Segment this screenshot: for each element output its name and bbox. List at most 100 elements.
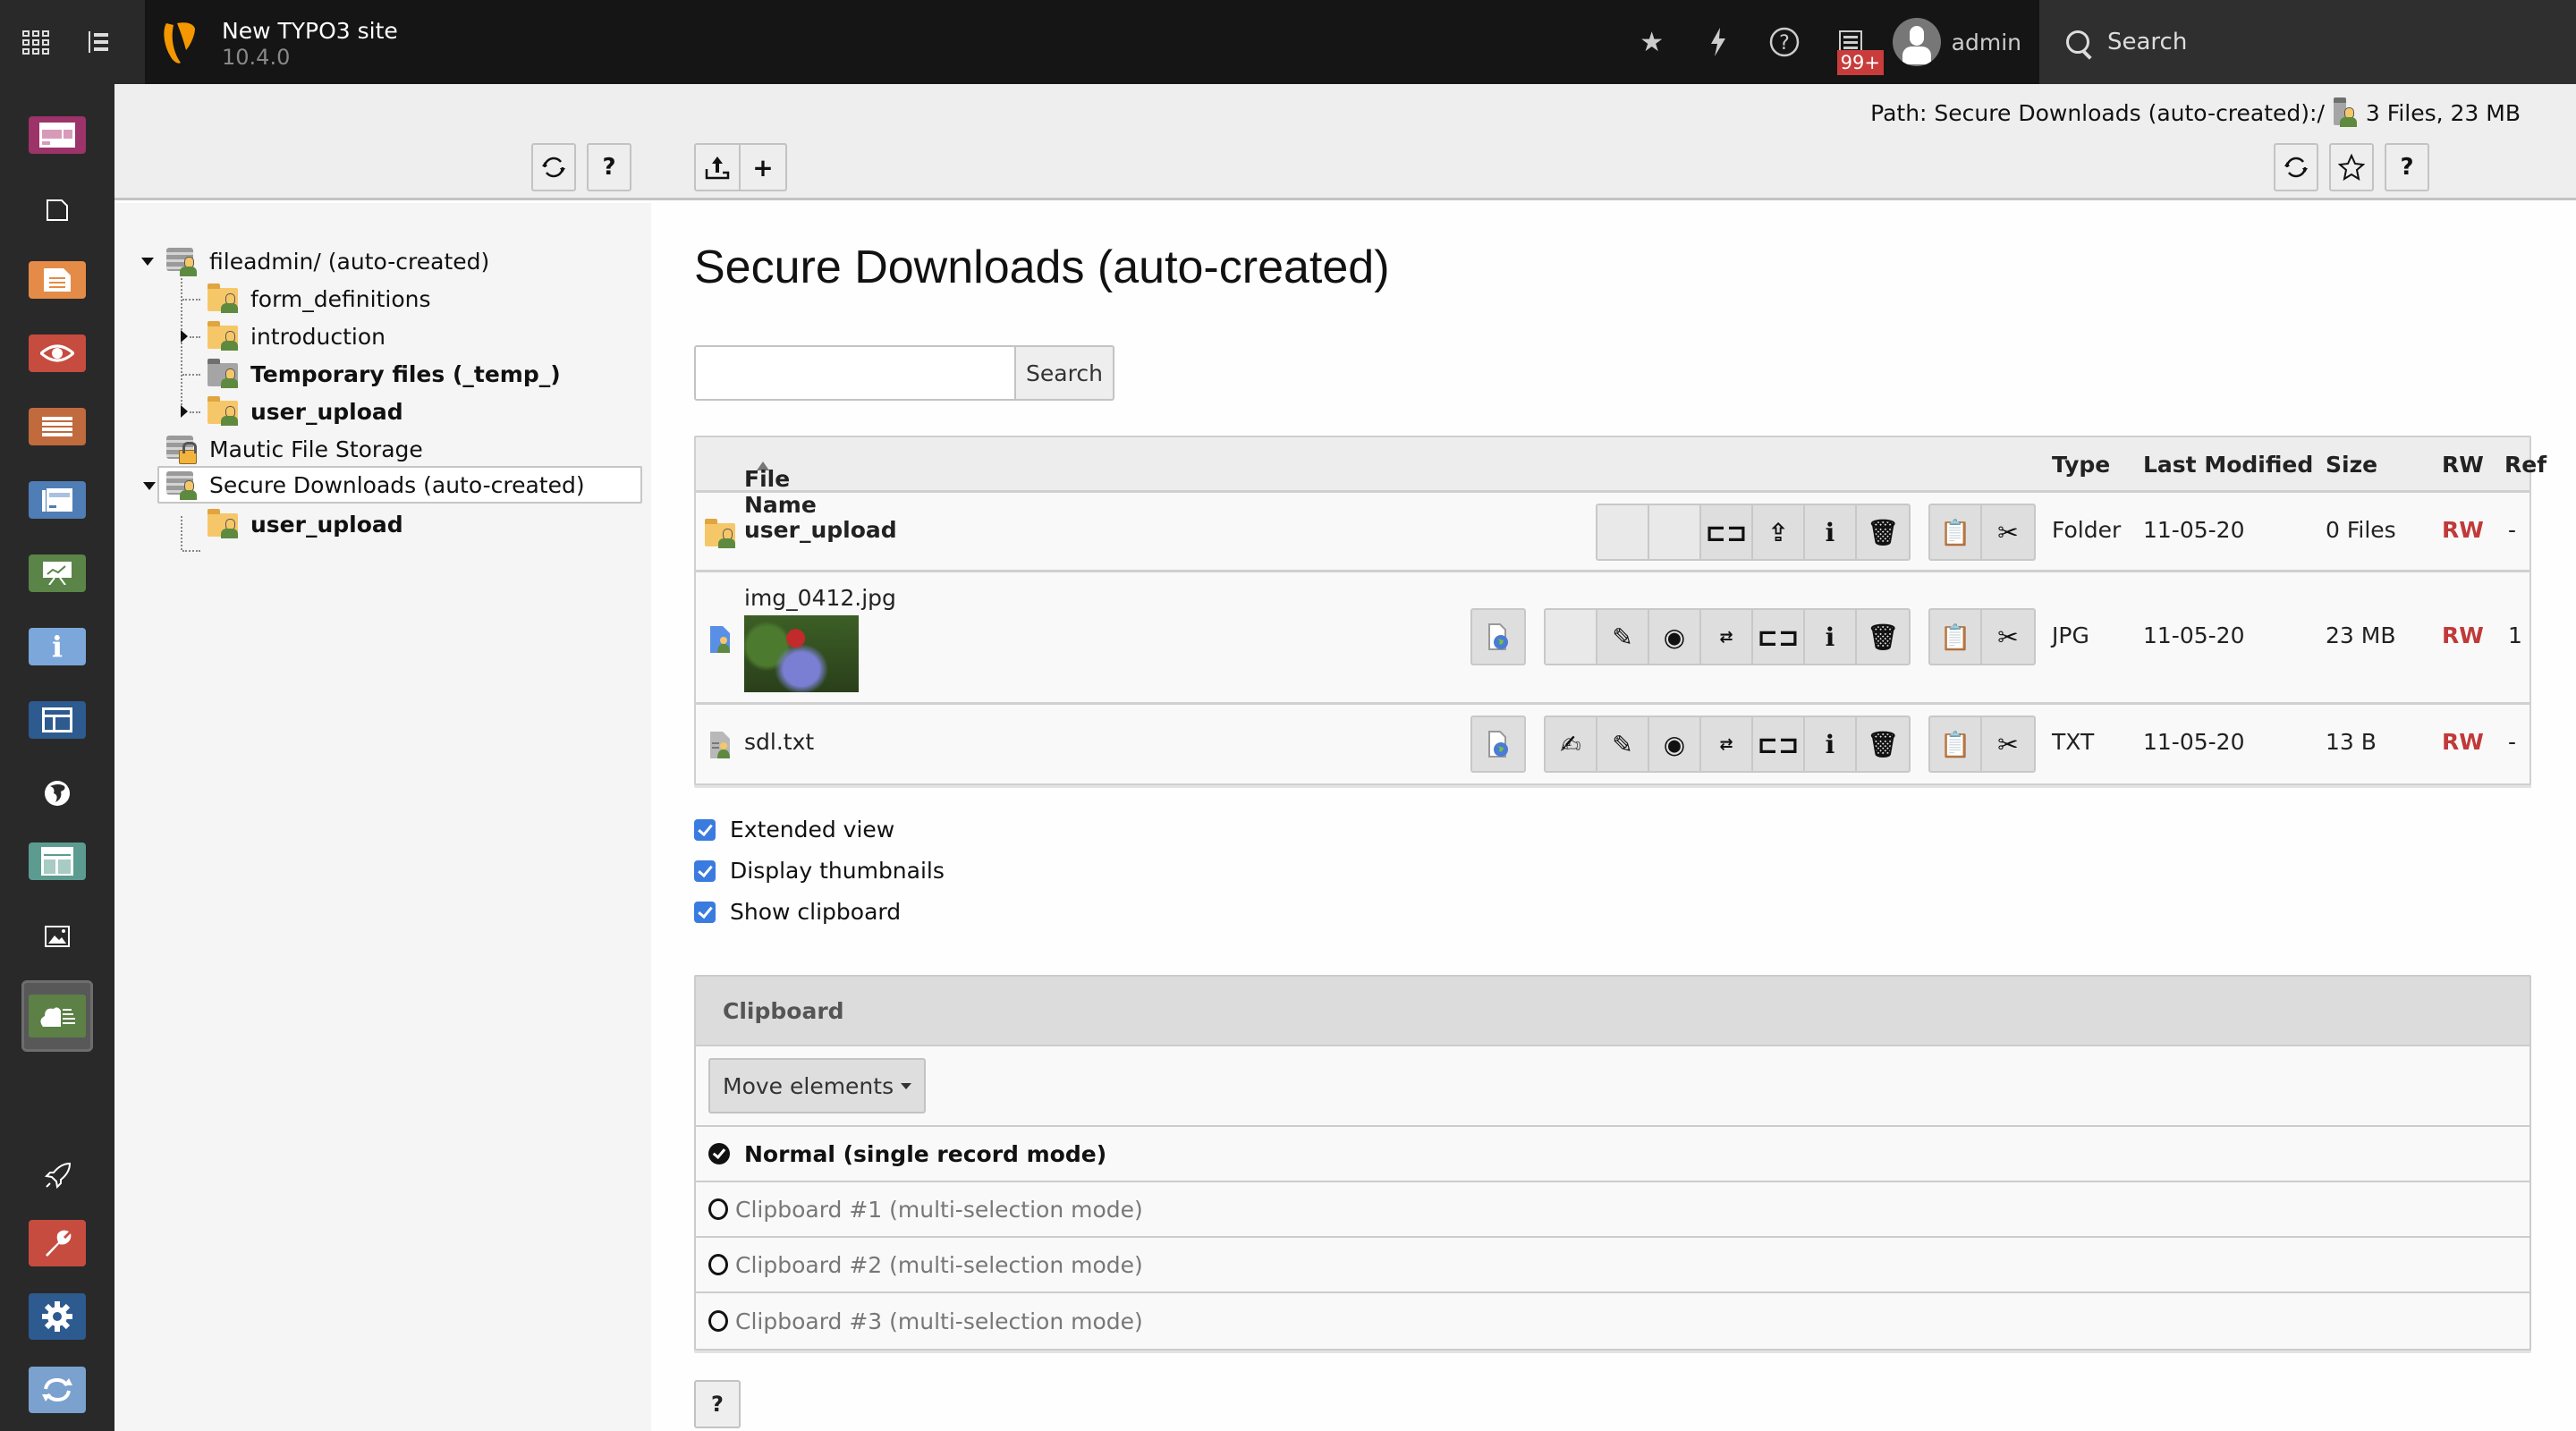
view-file-button[interactable] <box>1472 717 1524 771</box>
clipboard-pad-1[interactable]: Clipboard #1 (multi-selection mode) <box>696 1182 2529 1238</box>
module-settings[interactable] <box>29 1293 86 1340</box>
copy-button[interactable]: 📋 <box>1930 717 1982 771</box>
copy-button[interactable]: 📋 <box>1930 505 1982 559</box>
info-button[interactable]: i <box>1805 717 1857 771</box>
caret-down-icon[interactable] <box>143 482 156 490</box>
file-name-link[interactable]: user_upload <box>744 517 897 543</box>
display-thumbnails-checkbox[interactable]: Display thumbnails <box>694 858 945 884</box>
edit-metadata-button[interactable]: ✎ <box>1597 610 1649 664</box>
extended-view-checkbox[interactable]: Extended view <box>694 817 894 843</box>
tree-toggle[interactable] <box>72 0 125 84</box>
view-file-button[interactable] <box>1472 610 1524 664</box>
module-admin-tools[interactable] <box>29 1157 86 1195</box>
help-button[interactable]: ? <box>1751 0 1818 84</box>
module-site-management[interactable] <box>29 843 86 880</box>
reload-button[interactable] <box>2274 143 2318 191</box>
file-search-input[interactable] <box>694 345 1016 401</box>
bookmark-button[interactable] <box>2329 143 2374 191</box>
rename-icon: ⊏⊐ <box>1757 729 1800 759</box>
system-information-button[interactable]: 99+ <box>1818 0 1884 84</box>
copy-button[interactable]: 📋 <box>1930 610 1982 664</box>
typo3-logo-icon[interactable] <box>161 20 200 66</box>
tree-node-temporary-files[interactable]: Temporary files (_temp_) <box>208 355 561 393</box>
info-button[interactable]: i <box>1805 610 1857 664</box>
clipboard-pad-normal[interactable]: Normal (single record mode) <box>696 1127 2529 1182</box>
module-filelist[interactable] <box>21 980 93 1052</box>
module-maintenance[interactable] <box>29 1220 86 1266</box>
upload-button[interactable]: ⇪ <box>1753 505 1805 559</box>
storage-icon <box>166 246 197 276</box>
new-folder-button[interactable]: + <box>741 145 785 190</box>
column-size[interactable]: Size <box>2326 452 2377 478</box>
upload-button[interactable] <box>696 145 741 190</box>
delete-button[interactable]: 🗑 <box>1857 505 1909 559</box>
move-elements-dropdown[interactable]: Move elements <box>708 1058 927 1113</box>
tree-node-fileadmin[interactable]: fileadmin/ (auto-created) <box>141 242 489 280</box>
folder-icon <box>208 321 238 351</box>
edit-metadata-button[interactable]: ✎ <box>1597 717 1649 771</box>
edit-content-button[interactable]: ✍ <box>1546 717 1597 771</box>
clipboard-pad-3[interactable]: Clipboard #3 (multi-selection mode) <box>696 1293 2529 1349</box>
help-icon: ? <box>1769 27 1799 57</box>
module-web-page[interactable] <box>29 261 86 299</box>
tree-node-mautic-storage[interactable]: Mautic File Storage <box>166 430 423 468</box>
module-menu-toggle[interactable] <box>9 0 63 84</box>
column-type[interactable]: Type <box>2052 452 2110 478</box>
tree-node-secure-user-upload[interactable]: user_upload <box>208 505 403 543</box>
module-template[interactable] <box>29 701 86 739</box>
file-name-link[interactable]: img_0412.jpg <box>744 585 896 611</box>
tree-node-secure-downloads[interactable]: Secure Downloads (auto-created) <box>143 466 642 504</box>
caret-right-icon[interactable] <box>181 405 188 418</box>
file-search-button[interactable]: Search <box>1014 345 1114 401</box>
module-page[interactable] <box>29 191 86 229</box>
clipboard-pad-2[interactable]: Clipboard #2 (multi-selection mode) <box>696 1238 2529 1293</box>
module-upgrade[interactable] <box>29 1367 86 1413</box>
preview-button[interactable]: ◉ <box>1649 610 1701 664</box>
preview-button[interactable]: ◉ <box>1649 717 1701 771</box>
module-sites[interactable] <box>29 775 86 812</box>
tree-node-user-upload[interactable]: user_upload <box>181 393 403 430</box>
trash-icon: 🗑 <box>1867 517 1899 547</box>
tree-help-button[interactable]: ? <box>587 143 631 191</box>
cut-button[interactable]: ✂ <box>1982 505 2034 559</box>
cut-button[interactable]: ✂ <box>1982 717 2034 771</box>
rename-button[interactable]: ⊏⊐ <box>1753 610 1805 664</box>
checkbox-checked-icon[interactable] <box>694 859 716 882</box>
show-clipboard-checkbox[interactable]: Show clipboard <box>694 899 901 925</box>
module-list[interactable] <box>29 408 86 445</box>
checkbox-checked-icon[interactable] <box>694 818 716 841</box>
edit-document-icon: ✍ <box>1560 729 1581 759</box>
rename-button[interactable]: ⊏⊐ <box>1701 505 1753 559</box>
tree-node-form-definitions[interactable]: form_definitions <box>208 280 431 318</box>
delete-button[interactable]: 🗑 <box>1857 717 1909 771</box>
tree-refresh-button[interactable] <box>531 143 576 191</box>
caret-down-icon[interactable] <box>141 258 154 266</box>
module-view[interactable] <box>29 334 86 372</box>
column-file-name[interactable]: File Name <box>744 452 817 518</box>
replace-button[interactable]: ⇄ <box>1701 717 1753 771</box>
module-info[interactable]: i <box>29 628 86 665</box>
rename-button[interactable]: ⊏⊐ <box>1753 717 1805 771</box>
replace-button[interactable]: ⇄ <box>1701 610 1753 664</box>
delete-button[interactable]: 🗑 <box>1857 610 1909 664</box>
caret-right-icon[interactable] <box>181 330 188 343</box>
module-reports[interactable] <box>29 555 86 592</box>
file-name-link[interactable]: sdl.txt <box>744 729 814 755</box>
list-icon <box>42 417 72 436</box>
user-menu[interactable]: admin <box>1884 0 2039 84</box>
csh-help-button[interactable]: ? <box>694 1380 741 1428</box>
help-button[interactable]: ? <box>2385 143 2429 191</box>
tree-node-introduction[interactable]: introduction <box>181 318 386 355</box>
cut-button[interactable]: ✂ <box>1982 610 2034 664</box>
module-news[interactable] <box>29 481 86 519</box>
image-thumbnail[interactable] <box>744 615 859 692</box>
module-dashboard[interactable] <box>29 116 86 154</box>
info-button[interactable]: i <box>1805 505 1857 559</box>
bookmarks-button[interactable]: ★ <box>1619 0 1685 84</box>
checkbox-checked-icon[interactable] <box>694 901 716 923</box>
live-search[interactable]: Search <box>2039 0 2576 84</box>
clear-cache-button[interactable] <box>1685 0 1751 84</box>
grid-icon <box>22 30 49 55</box>
module-media[interactable] <box>29 918 86 955</box>
column-last-modified[interactable]: Last Modified <box>2143 452 2313 478</box>
